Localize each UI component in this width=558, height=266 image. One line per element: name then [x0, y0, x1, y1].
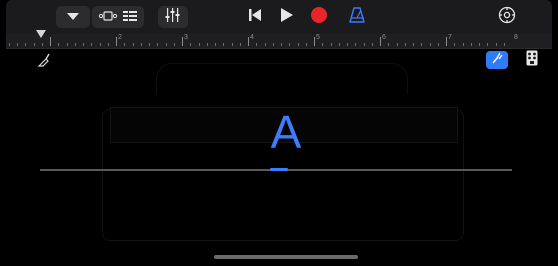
bar-number: 5 — [316, 34, 320, 41]
ruler-tick — [248, 37, 249, 46]
ruler-tick — [380, 37, 381, 46]
ruler-tick — [264, 43, 266, 46]
ruler-tick — [347, 43, 348, 46]
ruler-tick — [223, 43, 225, 46]
ruler-tick — [338, 43, 340, 46]
garageband-window: 2 3 4 5 6 7 8 A — [6, 0, 552, 262]
bar-number: 4 — [250, 34, 254, 41]
stompbox-icon — [526, 50, 538, 71]
ruler-tick — [8, 43, 10, 46]
chevron-down-icon — [67, 8, 79, 26]
ruler-tick — [66, 43, 68, 46]
ruler-tick — [355, 43, 357, 46]
ruler-tick — [17, 43, 18, 46]
ruler-tick — [107, 43, 109, 46]
mixer-button[interactable] — [158, 6, 188, 28]
ruler-tick — [190, 43, 192, 46]
bar-number: 2 — [118, 34, 122, 41]
tuner-pitch-indicator — [270, 168, 288, 171]
playhead[interactable] — [36, 30, 46, 38]
ruler-tick — [83, 43, 84, 46]
ruler-tick — [157, 43, 159, 46]
metronome-button[interactable] — [346, 6, 368, 28]
record-icon — [310, 6, 328, 29]
mixer-icon — [165, 7, 181, 27]
bar-number: 6 — [382, 34, 386, 41]
timeline-ruler[interactable]: 2 3 4 5 6 7 8 — [6, 34, 552, 49]
ruler-tick — [437, 43, 439, 46]
play-icon — [280, 7, 294, 28]
bar-number: 3 — [184, 34, 188, 41]
ruler-tick — [165, 43, 167, 46]
ruler-tick — [124, 43, 126, 46]
ruler-tick — [421, 43, 423, 46]
ruler-tick — [454, 43, 456, 46]
bar-number: 8 — [514, 34, 518, 41]
ruler-tick — [322, 43, 324, 46]
amp-handle-silhouette — [156, 63, 408, 94]
ruler-tick — [487, 43, 489, 46]
ruler-tick — [239, 43, 241, 46]
ruler-tick — [272, 43, 274, 46]
ruler-tick — [99, 43, 101, 46]
amp-settings-button[interactable] — [524, 50, 540, 71]
play-button[interactable] — [276, 6, 298, 28]
ruler-tick — [495, 43, 497, 46]
ruler-tick — [132, 43, 134, 46]
ruler-tick — [503, 43, 505, 46]
ruler-tick — [413, 43, 414, 46]
ruler-tick — [91, 43, 93, 46]
bar-number: 7 — [448, 34, 452, 41]
ruler-tick — [462, 43, 464, 46]
ruler-tick — [33, 43, 35, 46]
ruler-tick — [371, 43, 373, 46]
control-bar — [6, 0, 552, 34]
ruler-tick — [215, 43, 216, 46]
view-toggle-group — [92, 6, 144, 28]
home-indicator[interactable] — [214, 255, 358, 259]
tuner-button[interactable] — [486, 51, 508, 69]
ruler-tick — [429, 43, 431, 46]
ruler-tick — [314, 37, 315, 46]
ruler-tick — [446, 37, 447, 46]
record-button[interactable] — [308, 6, 330, 28]
ruler-tick — [182, 37, 183, 46]
ruler-tick — [149, 43, 150, 46]
input-cable-icon[interactable] — [36, 52, 52, 68]
ruler-tick — [25, 43, 27, 46]
ruler-tick — [363, 43, 365, 46]
ruler-tick — [41, 43, 43, 46]
settings-icon — [498, 6, 516, 29]
ruler-tick — [173, 43, 175, 46]
ruler-tick — [58, 43, 60, 46]
ruler-tick — [116, 37, 117, 46]
metronome-icon — [349, 6, 365, 28]
tuner-note: A — [270, 106, 302, 158]
ruler-tick — [470, 43, 472, 46]
ruler-tick — [404, 43, 406, 46]
view-switch-icon[interactable] — [98, 8, 118, 26]
browser-menu-button[interactable] — [56, 6, 90, 28]
ruler-tick — [74, 43, 76, 46]
tracks-list-icon[interactable] — [123, 8, 137, 26]
ruler-tick — [231, 43, 233, 46]
ruler-tick — [297, 43, 299, 46]
ruler-tick — [50, 37, 51, 46]
ruler-tick — [256, 43, 258, 46]
ruler-tick — [140, 43, 142, 46]
ruler-tick — [330, 43, 332, 46]
ruler-tick — [198, 43, 200, 46]
ruler-tick — [305, 43, 307, 46]
ruler-tick — [396, 43, 398, 46]
instrument-stage: A — [6, 49, 552, 262]
tuning-fork-icon — [491, 51, 503, 69]
ruler-tick — [289, 43, 291, 46]
ruler-tick — [206, 43, 208, 46]
ruler-tick — [479, 43, 480, 46]
settings-button[interactable] — [496, 6, 518, 28]
ruler-tick — [388, 43, 390, 46]
go-to-start-icon — [248, 8, 262, 27]
go-to-start-button[interactable] — [244, 6, 266, 28]
ruler-tick — [281, 43, 282, 46]
